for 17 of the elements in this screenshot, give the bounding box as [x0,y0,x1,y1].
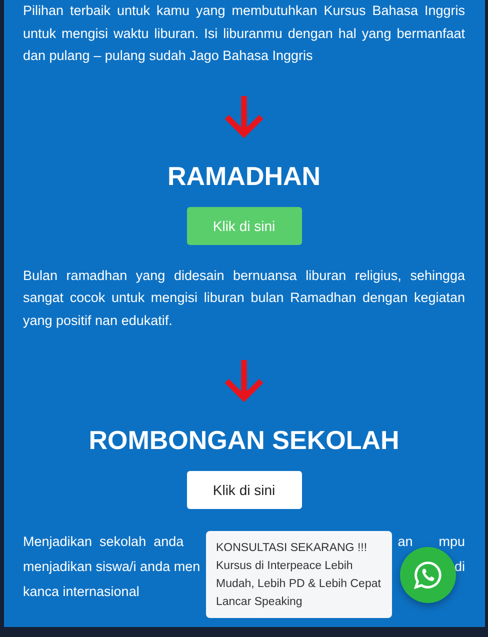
paragraph: Bulan ramadhan yang didesain bernuansa liburan religius, sehingga sangat cocok untuk mengisi liburan bulan Ramadhan dengan kegiatan yang positif nan edukatif. [23,266,465,330]
popup-text: Lancar Speaking [216,595,304,610]
popup-text: KONSULTASI SEKARANG !!! [216,541,368,556]
popup-text: Kursus di Interpeace Lebih [216,559,354,574]
paragraph-text: di [454,558,465,576]
paragraph-text: an [398,533,413,551]
section-heading: ROMBONGAN SEKOLAH [88,425,400,455]
paragraph: Pilihan terbaik untuk kamu yang membutuhkan Kursus Bahasa Inggris untuk mengisi waktu liburan. Isi liburanmu dengan hal yang bermanfaat dan pulang – pulang sudah Jago Bahasa Inggris [23,2,465,65]
phone-chat-icon [413,560,443,590]
paragraph-text: menjadikan siswa/i anda men [23,558,200,576]
paragraph-text: Menjadikan sekolah anda [23,533,184,551]
popup-text: Mudah, Lebih PD & Lebih Cepat [216,577,382,592]
paragraph-text: kanca internasional [23,583,140,601]
paragraph-text: mpu [438,533,465,551]
section-heading: RAMADHAN [167,160,321,190]
down-arrow-icon [223,357,265,403]
link-button[interactable]: Klik di sini [186,471,302,509]
